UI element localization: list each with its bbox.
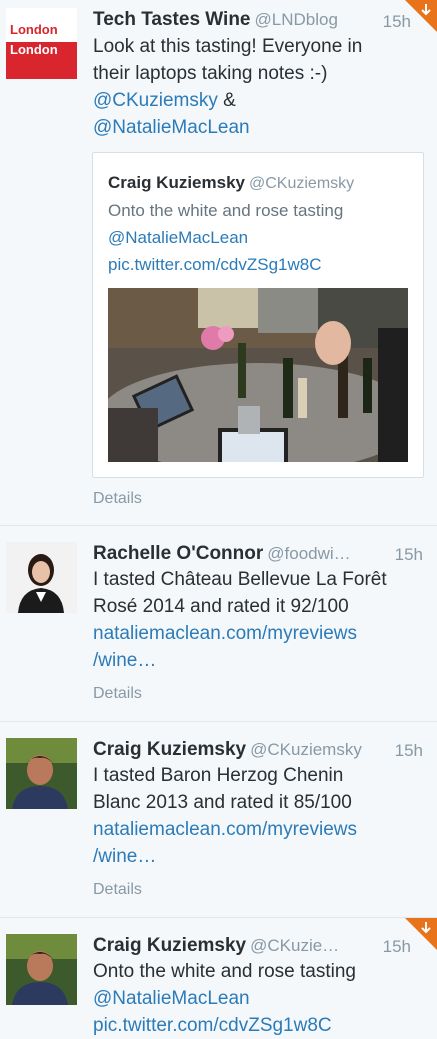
tweet-text-line: I tasted Baron Herzog Chenin — [93, 765, 344, 786]
avatar-image — [6, 738, 77, 809]
avatar-logo-text: London — [10, 22, 58, 37]
tweet-item[interactable]: Craig Kuziemsky @CKuzie… 15h Onto the whi… — [0, 918, 437, 1036]
details-link[interactable]: Details — [93, 685, 142, 703]
author-handle[interactable]: @CKuziemsky — [250, 740, 362, 759]
tasting-photo[interactable] — [108, 288, 408, 462]
tweet-item[interactable]: London London Tech Tastes Wine @LNDblog 1… — [0, 0, 437, 526]
author-display-name[interactable]: Tech Tastes Wine — [93, 9, 251, 30]
quoted-text-line: Onto the white and rose tasting — [108, 201, 344, 220]
tweet-text-line: Rosé 2014 and rated it 92/100 — [93, 596, 349, 617]
author-handle[interactable]: @LNDblog — [255, 10, 338, 29]
tweet-text-line: Blanc 2013 and rated it 85/100 — [93, 792, 352, 813]
tweet-timestamp[interactable]: 15h — [383, 937, 411, 957]
avatar-image — [6, 934, 77, 1005]
author-name[interactable]: Craig Kuziemsky @CKuzie… — [93, 935, 339, 957]
arrow-down-icon — [421, 922, 431, 934]
tweet-timestamp[interactable]: 15h — [395, 545, 423, 565]
tweet-item[interactable]: Rachelle O'Connor @foodwi… 15h I tasted C… — [0, 526, 437, 722]
avatar-image — [6, 542, 77, 613]
tweet-text: Onto the white and rose tasting @Natalie… — [93, 958, 423, 1039]
pic-link[interactable]: pic.twitter.com/cdvZSg1w8C — [93, 1012, 423, 1039]
author-display-name[interactable]: Craig Kuziemsky — [93, 935, 246, 956]
ampersand-text: & — [217, 90, 236, 111]
quoted-tweet-card[interactable]: Craig Kuziemsky @CKuziemsky Onto the whit… — [92, 152, 424, 478]
tweet-text: I tasted Château Bellevue La Forêt Rosé … — [93, 566, 423, 674]
quoted-author-handle[interactable]: @CKuziemsky — [249, 175, 354, 192]
tweet-text-line: their laptops taking notes :-) — [93, 63, 328, 84]
author-handle[interactable]: @foodwi… — [267, 544, 350, 563]
avatar[interactable] — [6, 934, 77, 1005]
quoted-author[interactable]: Craig Kuziemsky @CKuziemsky — [108, 173, 354, 193]
review-link[interactable]: nataliemaclean.com/myreviews — [93, 816, 423, 843]
author-display-name[interactable]: Rachelle O'Connor — [93, 543, 263, 564]
avatar[interactable]: London London — [6, 8, 77, 79]
avatar[interactable] — [6, 738, 77, 809]
tasting-photo-image — [108, 288, 408, 462]
details-link[interactable]: Details — [93, 881, 142, 899]
review-link[interactable]: /wine… — [93, 843, 423, 870]
tweet-text-line: I tasted Château Bellevue La Forêt — [93, 569, 387, 590]
quoted-tweet-text: Onto the white and rose tasting @Natalie… — [108, 197, 408, 278]
mention-link[interactable]: @NatalieMacLean — [108, 224, 408, 251]
tweet-text: I tasted Baron Herzog Chenin Blanc 2013 … — [93, 762, 423, 870]
author-name[interactable]: Tech Tastes Wine @LNDblog — [93, 9, 338, 31]
author-handle[interactable]: @CKuzie… — [250, 936, 339, 955]
mention-link[interactable]: @NatalieMacLean — [93, 985, 423, 1012]
arrow-down-icon — [421, 4, 431, 16]
pic-link[interactable]: pic.twitter.com/cdvZSg1w8C — [108, 251, 408, 278]
tweet-text-line: Onto the white and rose tasting — [93, 961, 356, 982]
avatar[interactable] — [6, 542, 77, 613]
quoted-author-name[interactable]: Craig Kuziemsky — [108, 173, 245, 192]
tweet-item[interactable]: Craig Kuziemsky @CKuziemsky 15h I tasted … — [0, 722, 437, 918]
review-link[interactable]: nataliemaclean.com/myreviews — [93, 620, 423, 647]
details-link[interactable]: Details — [93, 490, 142, 508]
tweet-text: Look at this tasting! Everyone in their … — [93, 33, 423, 141]
mention-link[interactable]: @NatalieMacLean — [93, 114, 423, 141]
avatar-logo-text: London — [10, 42, 58, 57]
author-name[interactable]: Rachelle O'Connor @foodwi… — [93, 543, 351, 565]
tweet-text-line: Look at this tasting! Everyone in — [93, 36, 363, 57]
author-display-name[interactable]: Craig Kuziemsky — [93, 739, 246, 760]
mention-link[interactable]: @CKuziemsky — [93, 90, 218, 111]
author-name[interactable]: Craig Kuziemsky @CKuziemsky — [93, 739, 362, 761]
review-link[interactable]: /wine… — [93, 647, 423, 674]
tweet-timestamp[interactable]: 15h — [395, 741, 423, 761]
